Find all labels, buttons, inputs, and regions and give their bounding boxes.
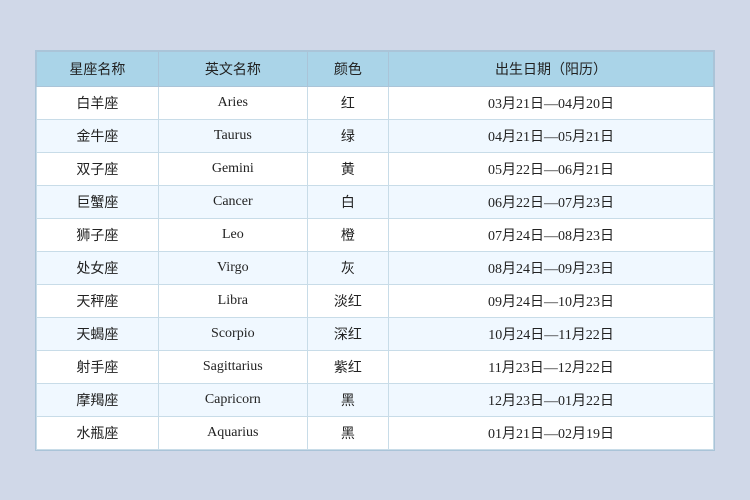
cell-chinese: 金牛座 <box>37 119 159 152</box>
cell-date: 01月21日—02月19日 <box>389 416 714 449</box>
table-row: 处女座Virgo灰08月24日—09月23日 <box>37 251 714 284</box>
cell-date: 08月24日—09月23日 <box>389 251 714 284</box>
cell-color: 深红 <box>307 317 388 350</box>
cell-date: 11月23日—12月22日 <box>389 350 714 383</box>
cell-english: Leo <box>158 218 307 251</box>
table-row: 天秤座Libra淡红09月24日—10月23日 <box>37 284 714 317</box>
cell-color: 黄 <box>307 152 388 185</box>
table-row: 天蝎座Scorpio深红10月24日—11月22日 <box>37 317 714 350</box>
cell-chinese: 射手座 <box>37 350 159 383</box>
cell-chinese: 天蝎座 <box>37 317 159 350</box>
header-english: 英文名称 <box>158 51 307 86</box>
cell-date: 07月24日—08月23日 <box>389 218 714 251</box>
cell-date: 12月23日—01月22日 <box>389 383 714 416</box>
cell-color: 绿 <box>307 119 388 152</box>
zodiac-table: 星座名称 英文名称 颜色 出生日期（阳历） 白羊座Aries红03月21日—04… <box>36 51 714 450</box>
cell-english: Scorpio <box>158 317 307 350</box>
zodiac-table-container: 星座名称 英文名称 颜色 出生日期（阳历） 白羊座Aries红03月21日—04… <box>35 50 715 451</box>
cell-chinese: 白羊座 <box>37 86 159 119</box>
cell-english: Virgo <box>158 251 307 284</box>
table-row: 狮子座Leo橙07月24日—08月23日 <box>37 218 714 251</box>
table-row: 水瓶座Aquarius黑01月21日—02月19日 <box>37 416 714 449</box>
cell-chinese: 狮子座 <box>37 218 159 251</box>
table-row: 射手座Sagittarius紫红11月23日—12月22日 <box>37 350 714 383</box>
cell-date: 09月24日—10月23日 <box>389 284 714 317</box>
cell-color: 黑 <box>307 383 388 416</box>
cell-date: 03月21日—04月20日 <box>389 86 714 119</box>
cell-english: Cancer <box>158 185 307 218</box>
cell-english: Gemini <box>158 152 307 185</box>
header-color: 颜色 <box>307 51 388 86</box>
cell-color: 橙 <box>307 218 388 251</box>
cell-english: Capricorn <box>158 383 307 416</box>
cell-chinese: 巨蟹座 <box>37 185 159 218</box>
cell-date: 05月22日—06月21日 <box>389 152 714 185</box>
table-row: 摩羯座Capricorn黑12月23日—01月22日 <box>37 383 714 416</box>
cell-color: 黑 <box>307 416 388 449</box>
cell-color: 白 <box>307 185 388 218</box>
cell-english: Sagittarius <box>158 350 307 383</box>
table-row: 金牛座Taurus绿04月21日—05月21日 <box>37 119 714 152</box>
cell-color: 红 <box>307 86 388 119</box>
table-row: 白羊座Aries红03月21日—04月20日 <box>37 86 714 119</box>
table-header-row: 星座名称 英文名称 颜色 出生日期（阳历） <box>37 51 714 86</box>
cell-chinese: 双子座 <box>37 152 159 185</box>
cell-chinese: 天秤座 <box>37 284 159 317</box>
cell-date: 06月22日—07月23日 <box>389 185 714 218</box>
cell-date: 04月21日—05月21日 <box>389 119 714 152</box>
table-row: 双子座Gemini黄05月22日—06月21日 <box>37 152 714 185</box>
cell-color: 淡红 <box>307 284 388 317</box>
cell-chinese: 摩羯座 <box>37 383 159 416</box>
cell-english: Aquarius <box>158 416 307 449</box>
cell-color: 紫红 <box>307 350 388 383</box>
header-date: 出生日期（阳历） <box>389 51 714 86</box>
cell-color: 灰 <box>307 251 388 284</box>
cell-english: Aries <box>158 86 307 119</box>
table-row: 巨蟹座Cancer白06月22日—07月23日 <box>37 185 714 218</box>
cell-english: Taurus <box>158 119 307 152</box>
cell-english: Libra <box>158 284 307 317</box>
cell-date: 10月24日—11月22日 <box>389 317 714 350</box>
table-body: 白羊座Aries红03月21日—04月20日金牛座Taurus绿04月21日—0… <box>37 86 714 449</box>
header-chinese: 星座名称 <box>37 51 159 86</box>
cell-chinese: 处女座 <box>37 251 159 284</box>
cell-chinese: 水瓶座 <box>37 416 159 449</box>
